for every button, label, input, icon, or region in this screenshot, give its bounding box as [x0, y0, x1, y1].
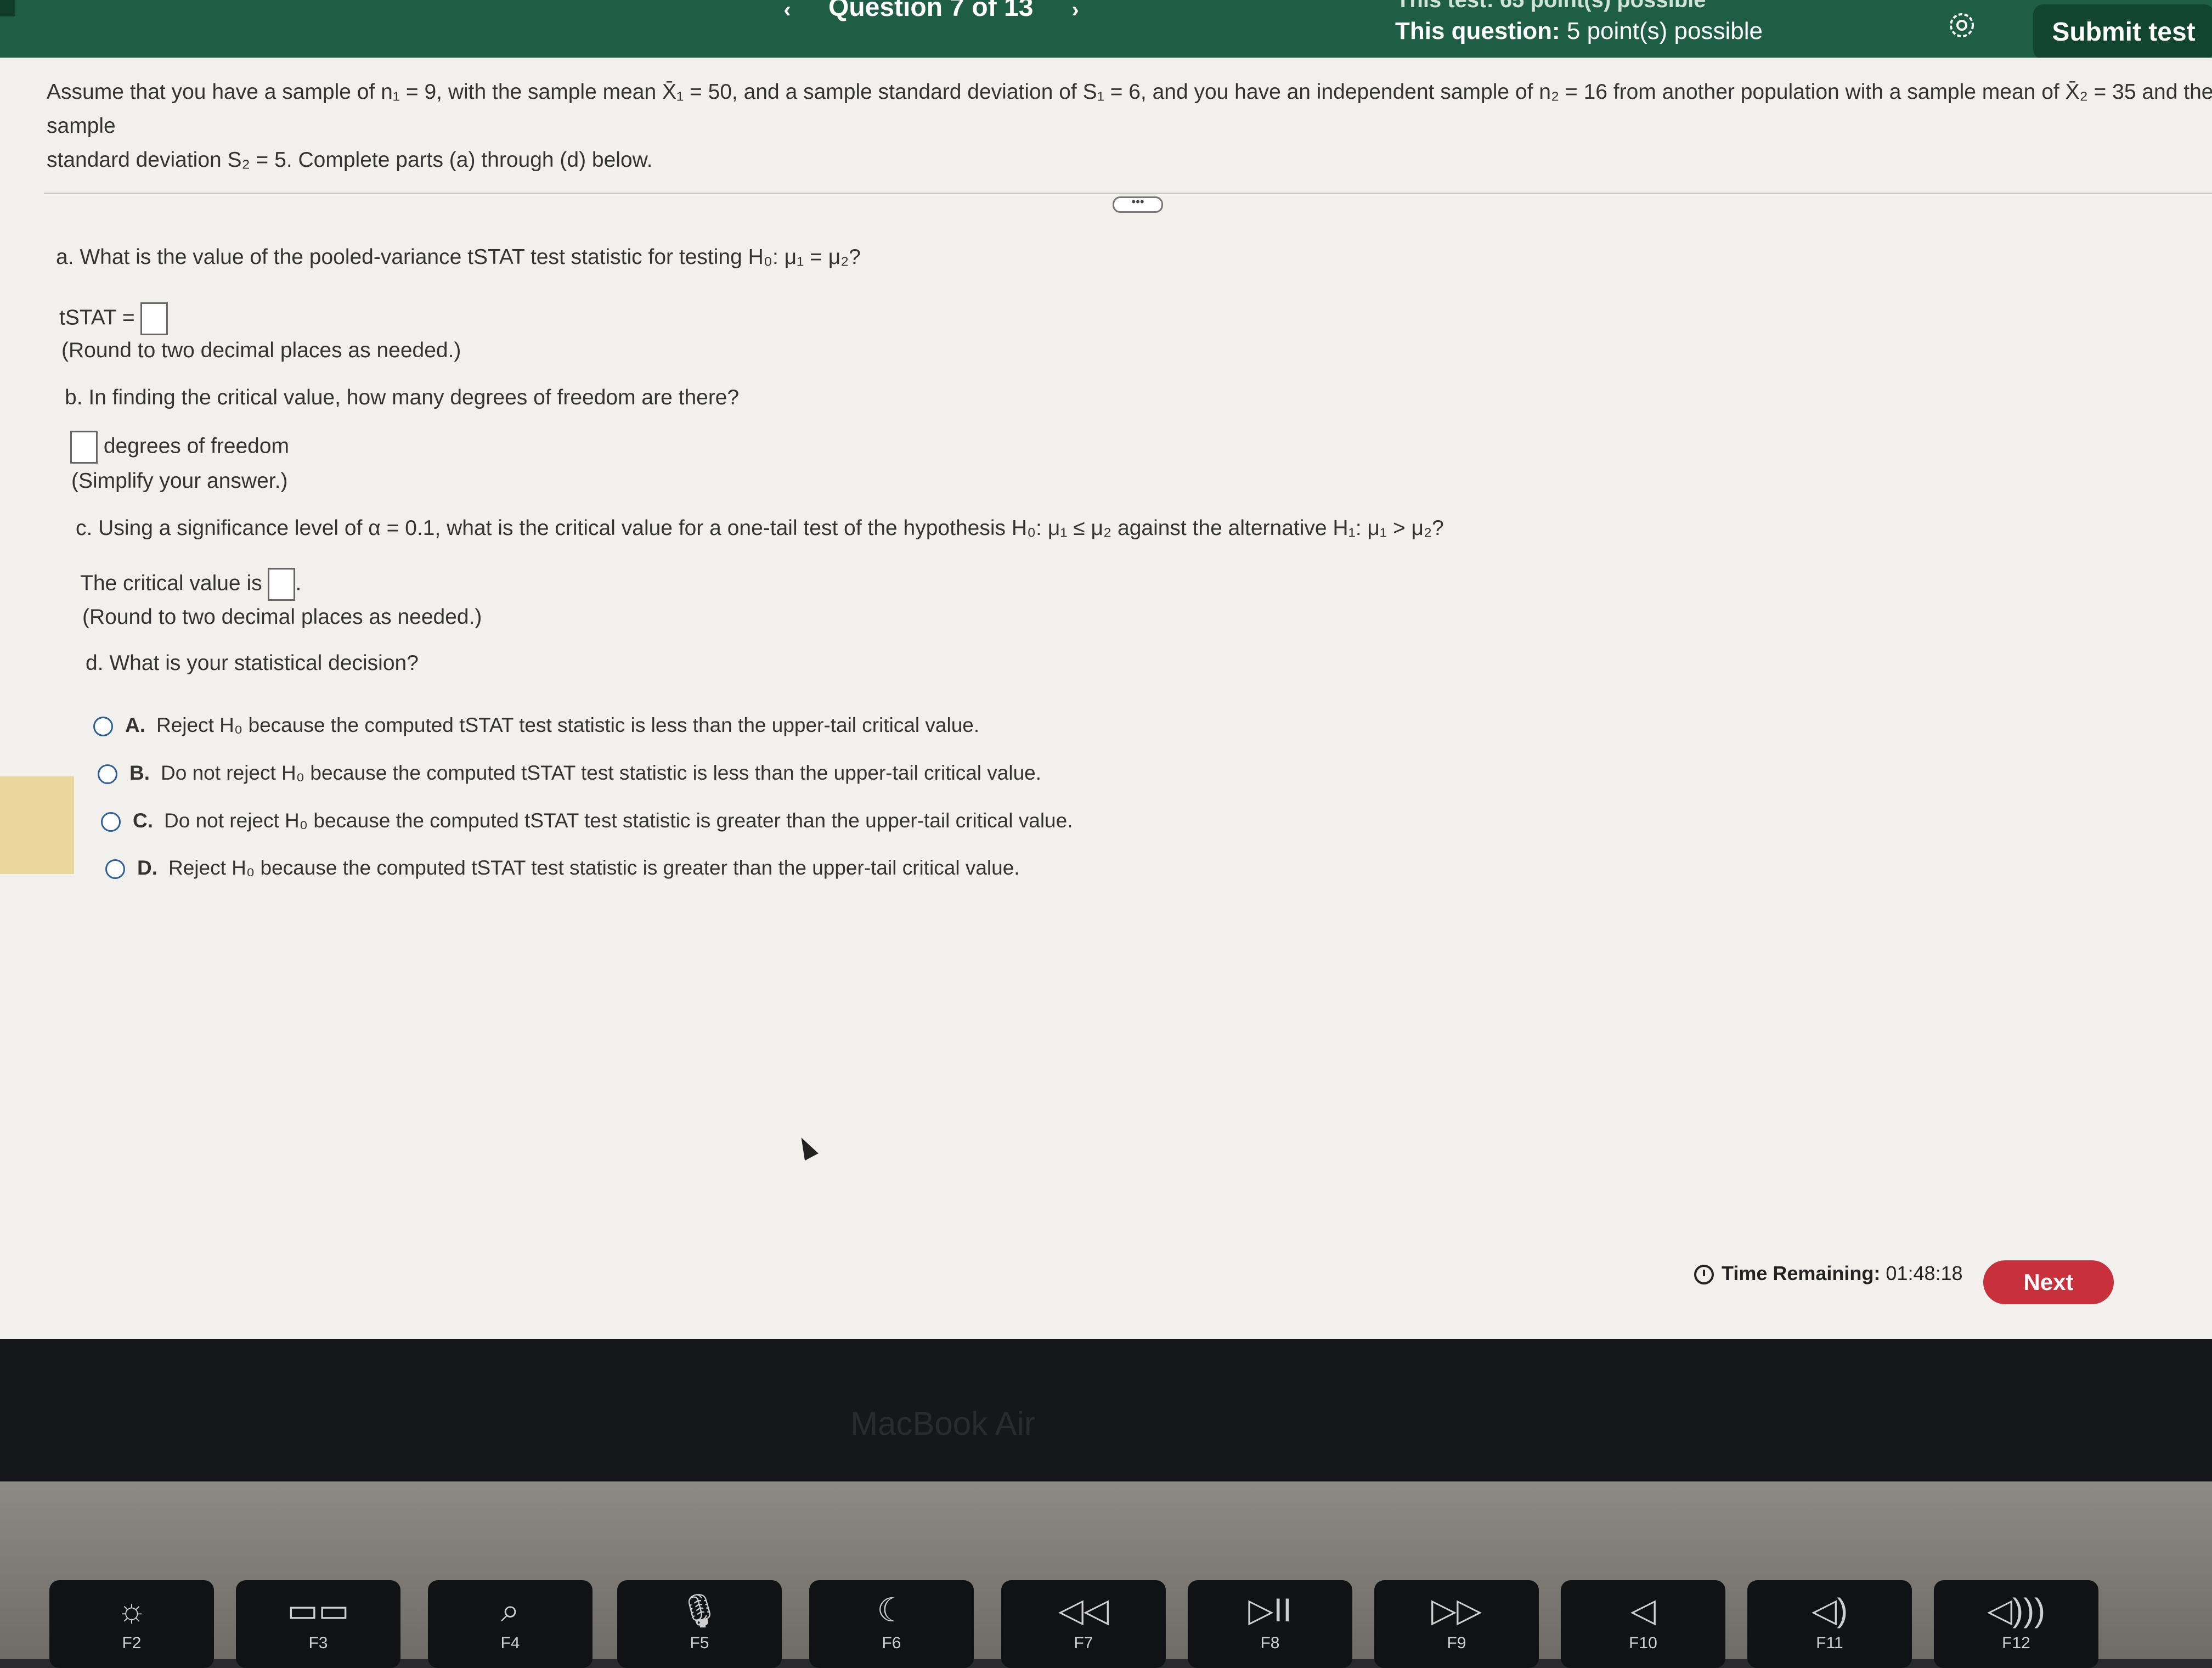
- problem-line-2: standard deviation S₂ = 5. Complete part…: [47, 148, 653, 172]
- key-label: F2: [122, 1634, 142, 1652]
- option-c-letter: C.: [133, 809, 153, 832]
- key-f6[interactable]: ☾ F6: [809, 1580, 974, 1668]
- key-f9[interactable]: ▷▷ F9: [1374, 1580, 1539, 1668]
- key-label: F5: [690, 1634, 709, 1652]
- previous-question-icon[interactable]: ‹: [771, 0, 804, 22]
- part-b-question: b. In finding the critical value, how ma…: [65, 386, 740, 409]
- option-a-text: Reject H₀ because the computed tSTAT tes…: [156, 714, 980, 736]
- key-label: F9: [1447, 1634, 1466, 1652]
- section-divider: [44, 193, 2212, 194]
- problem-statement: Assume that you have a sample of n₁ = 9,…: [47, 75, 2212, 177]
- key-f3[interactable]: ▭▭ F3: [236, 1580, 400, 1668]
- key-f12[interactable]: ◁))) F12: [1934, 1580, 2098, 1668]
- mission-control-icon: ▭▭: [287, 1592, 349, 1628]
- time-remaining: Time Remaining: 01:48:18: [1694, 1262, 1963, 1285]
- tstat-label: tSTAT =: [59, 306, 135, 330]
- key-label: F8: [1260, 1634, 1280, 1652]
- option-b[interactable]: B. Do not reject H₀ because the computed …: [98, 762, 1041, 785]
- question-points: This question: 5 point(s) possible: [1395, 18, 1763, 45]
- key-label: F3: [308, 1634, 328, 1652]
- part-d-question: d. What is your statistical decision?: [86, 651, 419, 675]
- moon-icon: ☾: [877, 1592, 906, 1628]
- problem-line-1: Assume that you have a sample of n₁ = 9,…: [47, 80, 2212, 138]
- option-c-radio[interactable]: [101, 812, 121, 832]
- rewind-icon: ◁◁: [1058, 1592, 1109, 1628]
- part-c-question: c. Using a significance level of α = 0.1…: [76, 516, 1444, 540]
- critical-value-answer-box[interactable]: [268, 568, 296, 601]
- top-header-bar: ‹ Question 7 of 13 › This test: 65 point…: [0, 0, 2212, 59]
- option-a[interactable]: A. Reject H₀ because the computed tSTAT t…: [93, 714, 979, 737]
- tstat-answer-box[interactable]: [140, 302, 168, 335]
- microphone-icon: 🎙: [678, 1592, 721, 1629]
- clock-icon: [1694, 1265, 1714, 1285]
- key-label: F6: [882, 1634, 901, 1652]
- laptop-bezel: [0, 1339, 2212, 1487]
- question-content: Assume that you have a sample of n₁ = 9,…: [0, 58, 2212, 1339]
- part-a-answer-row: tSTAT =: [59, 302, 168, 335]
- play-pause-icon: ▷II: [1248, 1592, 1292, 1628]
- option-b-text: Do not reject H₀ because the computed tS…: [161, 762, 1042, 784]
- degrees-of-freedom-answer-box[interactable]: [70, 431, 98, 464]
- volume-down-icon: ◁): [1811, 1592, 1848, 1628]
- next-button[interactable]: Next: [1983, 1260, 2114, 1304]
- key-f11[interactable]: ◁) F11: [1747, 1580, 1912, 1668]
- time-remaining-value: 01:48:18: [1886, 1262, 1963, 1284]
- key-f7[interactable]: ◁◁ F7: [1001, 1580, 1166, 1668]
- key-label: F7: [1074, 1634, 1093, 1652]
- option-d-letter: D.: [137, 856, 157, 879]
- fast-forward-icon: ▷▷: [1431, 1592, 1482, 1628]
- option-b-letter: B.: [129, 762, 150, 784]
- part-a-hint: (Round to two decimal places as needed.): [61, 339, 461, 362]
- key-label: F4: [500, 1634, 520, 1652]
- mouse-cursor-icon: [794, 1134, 819, 1161]
- critical-value-label: The critical value is: [80, 571, 262, 595]
- volume-up-icon: ◁))): [1987, 1592, 2046, 1628]
- option-c[interactable]: C. Do not reject H₀ because the computed …: [101, 809, 1073, 832]
- part-c-answer-row: The critical value is .: [80, 568, 301, 601]
- next-question-icon[interactable]: ›: [1059, 0, 1092, 22]
- key-label: F11: [1816, 1634, 1843, 1652]
- option-highlight: [0, 776, 74, 874]
- key-label: F12: [2002, 1634, 2030, 1652]
- expand-button[interactable]: •••: [1113, 196, 1163, 213]
- question-title: Question 7 of 13: [828, 0, 1034, 22]
- critical-value-suffix: .: [295, 571, 302, 595]
- key-f5[interactable]: 🎙 F5: [617, 1580, 782, 1668]
- key-label: F10: [1629, 1634, 1657, 1652]
- part-a-question: a. What is the value of the pooled-varia…: [56, 245, 861, 269]
- part-b-answer-row: degrees of freedom: [70, 431, 289, 464]
- key-f2[interactable]: ☼ F2: [49, 1580, 214, 1668]
- test-points: This test: 65 point(s) possible: [1396, 0, 1706, 12]
- gear-icon[interactable]: [1946, 10, 1977, 41]
- question-points-value: 5 point(s) possible: [1566, 18, 1763, 44]
- key-f10[interactable]: ◁ F10: [1561, 1580, 1725, 1668]
- option-c-text: Do not reject H₀ because the computed tS…: [164, 809, 1073, 832]
- option-d-text: Reject H₀ because the computed tSTAT tes…: [168, 856, 1020, 879]
- option-b-radio[interactable]: [98, 764, 117, 785]
- search-icon: ⌕: [501, 1592, 520, 1628]
- option-d-radio[interactable]: [105, 859, 125, 880]
- header-corner: [0, 0, 15, 16]
- question-points-label: This question:: [1395, 18, 1560, 44]
- submit-test-button[interactable]: Submit test: [2033, 4, 2212, 59]
- option-a-letter: A.: [125, 714, 145, 736]
- option-d[interactable]: D. Reject H₀ because the computed tSTAT t…: [105, 856, 1020, 880]
- brightness-up-icon: ☼: [116, 1592, 147, 1628]
- part-b-hint: (Simplify your answer.): [71, 469, 288, 493]
- key-f4[interactable]: ⌕ F4: [428, 1580, 592, 1668]
- time-remaining-label: Time Remaining:: [1722, 1262, 1881, 1284]
- degrees-of-freedom-label: degrees of freedom: [103, 434, 290, 458]
- laptop-brand: MacBook Air: [850, 1405, 1035, 1442]
- option-a-radio[interactable]: [93, 717, 113, 737]
- mute-icon: ◁: [1630, 1592, 1656, 1628]
- key-f8[interactable]: ▷II F8: [1188, 1580, 1352, 1668]
- part-c-hint: (Round to two decimal places as needed.): [82, 605, 482, 629]
